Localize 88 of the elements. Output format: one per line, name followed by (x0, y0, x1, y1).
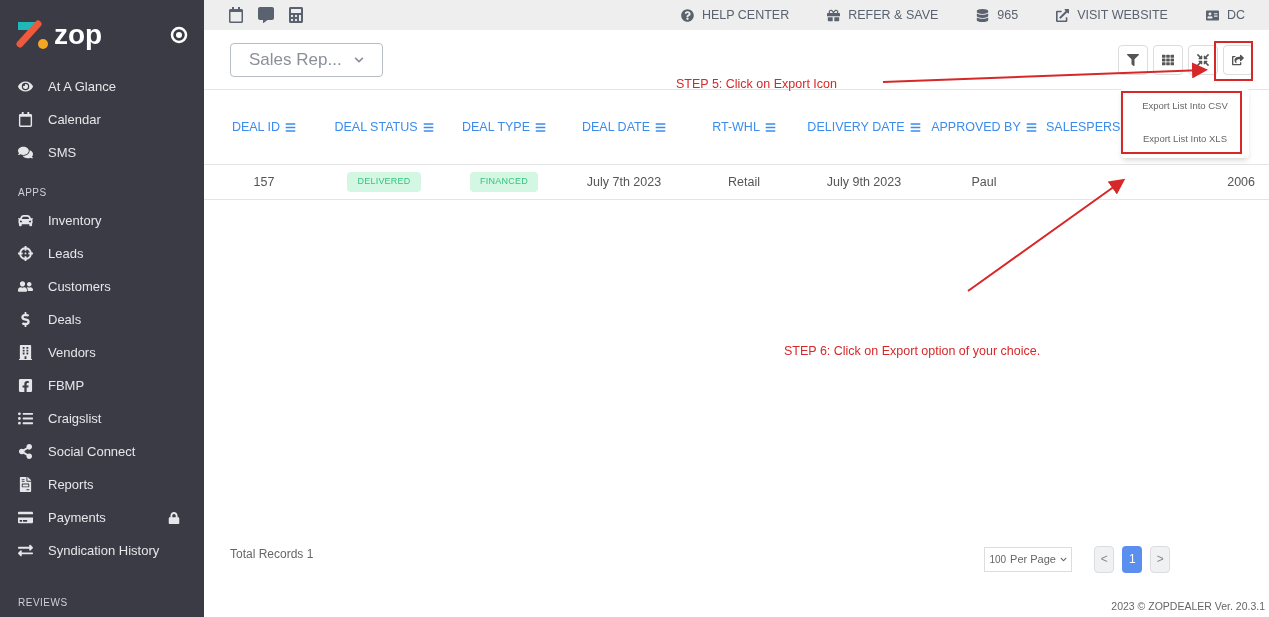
top-bar-link[interactable]: 965 (997, 5, 1019, 25)
report-icon (18, 477, 33, 492)
column-header[interactable]: DEAL STATUS (334, 117, 434, 137)
sidebar-item[interactable]: Deals (48, 309, 82, 330)
column-header[interactable]: APPROVED BY (931, 117, 1037, 137)
menu-icon (422, 121, 434, 133)
calculator-icon[interactable] (288, 7, 304, 23)
swap-arrows-icon (18, 543, 33, 558)
table-cell-text: July 7th 2023 (586, 173, 662, 191)
table-cell-text: 2006 (1227, 173, 1255, 191)
next-page-button[interactable]: > (1150, 545, 1171, 573)
menu-icon (535, 121, 547, 133)
chat-icon (18, 145, 33, 160)
credit-card-icon (18, 510, 33, 525)
building-icon (18, 345, 33, 360)
eye-icon (18, 79, 33, 94)
menu-item[interactable]: Export List Into CSV (1121, 90, 1249, 123)
toolbar-button[interactable] (1223, 44, 1253, 75)
section-heading: REVIEWS (17, 596, 69, 610)
status-badge: FINANCED (470, 172, 538, 192)
coins-icon (976, 8, 990, 22)
annotation-text: STEP 6: Click on Export option of your choice. (784, 343, 1041, 360)
share-icon (18, 444, 33, 459)
sidebar-item[interactable]: Leads (48, 243, 84, 264)
compress-icon (1197, 53, 1209, 66)
logo-icon (16, 20, 50, 50)
sidebar-item[interactable]: At A Glance (48, 76, 116, 97)
logo-text: zop (54, 21, 103, 49)
status-badge: DELIVERED (347, 172, 421, 192)
crosshair-icon (18, 246, 33, 261)
top-bar-link[interactable]: VISIT WEBSITE (1077, 5, 1168, 25)
table-cell-text: Paul (971, 173, 997, 191)
chevron-down-icon (1059, 555, 1067, 563)
menu-icon (1025, 121, 1037, 133)
column-header[interactable]: DELIVERY DATE (807, 117, 921, 137)
user-card-icon (1205, 8, 1219, 22)
prev-page-button[interactable]: < (1094, 545, 1115, 573)
menu-icon (285, 121, 297, 133)
per-page-select[interactable]: 100 Per Page (984, 546, 1073, 572)
sidebar-item[interactable]: Syndication History (48, 540, 160, 561)
table-cell-text: July 9th 2023 (826, 173, 902, 191)
column-header[interactable]: RT-WHL (712, 117, 776, 137)
report-select[interactable]: Sales Rep... (230, 42, 383, 77)
grid-icon (1162, 53, 1174, 66)
column-header[interactable]: SALESPERS (1046, 117, 1121, 137)
people-icon (18, 279, 33, 294)
sidebar-item[interactable]: FBMP (48, 375, 85, 396)
toolbar-button[interactable] (1118, 44, 1148, 75)
sidebar-item[interactable]: Calendar (48, 109, 101, 130)
chevron-down-icon (354, 54, 364, 65)
total-records: Total Records 1 (230, 546, 314, 563)
calendar-icon[interactable] (228, 7, 244, 23)
menu-icon (655, 121, 667, 133)
gift-icon (827, 8, 841, 22)
list-icon (18, 411, 33, 426)
top-bar-link[interactable]: DC (1226, 5, 1245, 25)
external-link-icon (1056, 8, 1070, 22)
filter-icon (1127, 53, 1139, 66)
export-icon (1232, 53, 1244, 66)
footer-text: 2023 © ZOPDEALER Ver. 20.3.1 (1111, 599, 1265, 615)
section-heading: APPS (17, 186, 48, 200)
column-header[interactable]: DEAL TYPE (461, 117, 547, 137)
top-bar-link[interactable]: HELP CENTER (701, 5, 790, 25)
column-header[interactable]: DEAL ID (231, 117, 297, 137)
sidebar-item[interactable]: Payments (48, 507, 106, 528)
toolbar-button[interactable] (1153, 44, 1183, 75)
sidebar-item[interactable]: SMS (48, 142, 77, 163)
menu-icon (764, 121, 776, 133)
annotation-text: STEP 5: Click on Export Icon (676, 76, 837, 93)
sidebar-item[interactable]: Customers (48, 276, 111, 297)
facebook-icon (18, 378, 33, 393)
column-header[interactable]: DEAL DATE (581, 117, 667, 137)
car-icon (18, 213, 33, 228)
target-icon[interactable] (170, 26, 188, 44)
top-bar-link[interactable]: REFER & SAVE (848, 5, 939, 25)
sidebar-item[interactable]: Vendors (48, 342, 96, 363)
help-icon (680, 8, 694, 22)
sidebar-item[interactable]: Inventory (48, 210, 102, 231)
highlight-box (1214, 41, 1253, 81)
sidebar-item[interactable]: Reports (48, 474, 94, 495)
calendar-icon (18, 112, 33, 127)
menu-item[interactable]: Export List Into XLS (1121, 123, 1249, 156)
sidebar-item[interactable]: Social Connect (48, 441, 136, 462)
table-cell-text: 157 (253, 173, 275, 191)
menu-icon (909, 121, 921, 133)
chat-icon[interactable] (258, 7, 274, 23)
sidebar-item[interactable]: Craigslist (48, 408, 102, 429)
table-cell-text: Retail (728, 173, 760, 191)
